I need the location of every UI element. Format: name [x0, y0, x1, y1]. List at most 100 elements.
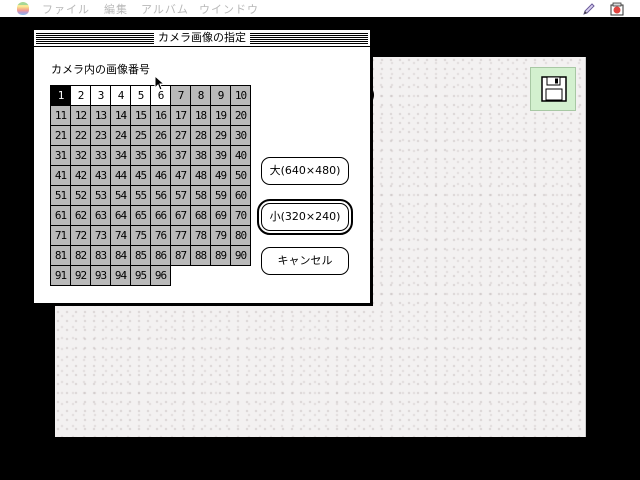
photo-cell-1[interactable]: 1	[51, 86, 71, 106]
photo-cell-56[interactable]: 56	[151, 186, 171, 206]
photo-cell-64[interactable]: 64	[111, 206, 131, 226]
photo-cell-54[interactable]: 54	[111, 186, 131, 206]
photo-cell-24[interactable]: 24	[111, 126, 131, 146]
photo-cell-19[interactable]: 19	[211, 106, 231, 126]
photo-cell-2[interactable]: 2	[71, 86, 91, 106]
photo-cell-42[interactable]: 42	[71, 166, 91, 186]
photo-cell-83[interactable]: 83	[91, 246, 111, 266]
photo-cell-26[interactable]: 26	[151, 126, 171, 146]
photo-cell-41[interactable]: 41	[51, 166, 71, 186]
photo-cell-58[interactable]: 58	[191, 186, 211, 206]
photo-cell-48[interactable]: 48	[191, 166, 211, 186]
photo-cell-53[interactable]: 53	[91, 186, 111, 206]
photo-cell-8[interactable]: 8	[191, 86, 211, 106]
photo-cell-72[interactable]: 72	[71, 226, 91, 246]
photo-cell-13[interactable]: 13	[91, 106, 111, 126]
photo-cell-84[interactable]: 84	[111, 246, 131, 266]
photo-cell-47[interactable]: 47	[171, 166, 191, 186]
application-icon[interactable]	[610, 2, 624, 16]
photo-cell-73[interactable]: 73	[91, 226, 111, 246]
photo-cell-31[interactable]: 31	[51, 146, 71, 166]
photo-cell-39[interactable]: 39	[211, 146, 231, 166]
photo-cell-52[interactable]: 52	[71, 186, 91, 206]
photo-cell-89[interactable]: 89	[211, 246, 231, 266]
photo-cell-60[interactable]: 60	[231, 186, 251, 206]
photo-cell-78[interactable]: 78	[191, 226, 211, 246]
photo-cell-22[interactable]: 22	[71, 126, 91, 146]
photo-cell-46[interactable]: 46	[151, 166, 171, 186]
photo-cell-68[interactable]: 68	[191, 206, 211, 226]
menu-window[interactable]: ウインドウ	[199, 1, 259, 17]
photo-cell-85[interactable]: 85	[131, 246, 151, 266]
photo-cell-3[interactable]: 3	[91, 86, 111, 106]
photo-cell-81[interactable]: 81	[51, 246, 71, 266]
photo-cell-62[interactable]: 62	[71, 206, 91, 226]
photo-cell-59[interactable]: 59	[211, 186, 231, 206]
photo-cell-33[interactable]: 33	[91, 146, 111, 166]
photo-cell-14[interactable]: 14	[111, 106, 131, 126]
photo-cell-82[interactable]: 82	[71, 246, 91, 266]
photo-cell-57[interactable]: 57	[171, 186, 191, 206]
photo-cell-90[interactable]: 90	[231, 246, 251, 266]
photo-cell-66[interactable]: 66	[151, 206, 171, 226]
photo-cell-40[interactable]: 40	[231, 146, 251, 166]
photo-cell-10[interactable]: 10	[231, 86, 251, 106]
apple-menu-icon[interactable]	[17, 2, 29, 15]
photo-cell-77[interactable]: 77	[171, 226, 191, 246]
large-size-button[interactable]: 大(640×480)	[261, 157, 349, 185]
menu-album[interactable]: アルバム	[141, 1, 189, 17]
photo-cell-88[interactable]: 88	[191, 246, 211, 266]
photo-cell-4[interactable]: 4	[111, 86, 131, 106]
photo-cell-55[interactable]: 55	[131, 186, 151, 206]
photo-cell-18[interactable]: 18	[191, 106, 211, 126]
photo-cell-69[interactable]: 69	[211, 206, 231, 226]
photo-cell-11[interactable]: 11	[51, 106, 71, 126]
photo-cell-32[interactable]: 32	[71, 146, 91, 166]
pencil-icon[interactable]	[582, 2, 596, 16]
photo-cell-7[interactable]: 7	[171, 86, 191, 106]
photo-cell-93[interactable]: 93	[91, 266, 111, 286]
photo-cell-17[interactable]: 17	[171, 106, 191, 126]
photo-cell-92[interactable]: 92	[71, 266, 91, 286]
photo-cell-75[interactable]: 75	[131, 226, 151, 246]
save-disk-button[interactable]	[530, 67, 576, 111]
photo-cell-45[interactable]: 45	[131, 166, 151, 186]
photo-cell-87[interactable]: 87	[171, 246, 191, 266]
photo-cell-34[interactable]: 34	[111, 146, 131, 166]
photo-cell-63[interactable]: 63	[91, 206, 111, 226]
photo-cell-20[interactable]: 20	[231, 106, 251, 126]
photo-cell-91[interactable]: 91	[51, 266, 71, 286]
photo-cell-74[interactable]: 74	[111, 226, 131, 246]
photo-cell-44[interactable]: 44	[111, 166, 131, 186]
photo-cell-51[interactable]: 51	[51, 186, 71, 206]
photo-cell-67[interactable]: 67	[171, 206, 191, 226]
photo-cell-30[interactable]: 30	[231, 126, 251, 146]
photo-cell-28[interactable]: 28	[191, 126, 211, 146]
photo-cell-36[interactable]: 36	[151, 146, 171, 166]
menu-edit[interactable]: 編集	[104, 1, 128, 17]
photo-cell-61[interactable]: 61	[51, 206, 71, 226]
photo-cell-65[interactable]: 65	[131, 206, 151, 226]
photo-cell-12[interactable]: 12	[71, 106, 91, 126]
photo-cell-96[interactable]: 96	[151, 266, 171, 286]
photo-cell-79[interactable]: 79	[211, 226, 231, 246]
photo-cell-21[interactable]: 21	[51, 126, 71, 146]
photo-cell-29[interactable]: 29	[211, 126, 231, 146]
small-size-button[interactable]: 小(320×240)	[257, 199, 353, 235]
photo-cell-5[interactable]: 5	[131, 86, 151, 106]
photo-cell-16[interactable]: 16	[151, 106, 171, 126]
photo-cell-9[interactable]: 9	[211, 86, 231, 106]
photo-cell-95[interactable]: 95	[131, 266, 151, 286]
dialog-titlebar[interactable]: カメラ画像の指定	[34, 30, 370, 47]
photo-cell-50[interactable]: 50	[231, 166, 251, 186]
photo-cell-70[interactable]: 70	[231, 206, 251, 226]
photo-cell-94[interactable]: 94	[111, 266, 131, 286]
photo-cell-38[interactable]: 38	[191, 146, 211, 166]
photo-cell-43[interactable]: 43	[91, 166, 111, 186]
photo-cell-15[interactable]: 15	[131, 106, 151, 126]
photo-cell-35[interactable]: 35	[131, 146, 151, 166]
photo-cell-23[interactable]: 23	[91, 126, 111, 146]
menu-file[interactable]: ファイル	[42, 1, 90, 17]
photo-cell-27[interactable]: 27	[171, 126, 191, 146]
photo-cell-71[interactable]: 71	[51, 226, 71, 246]
